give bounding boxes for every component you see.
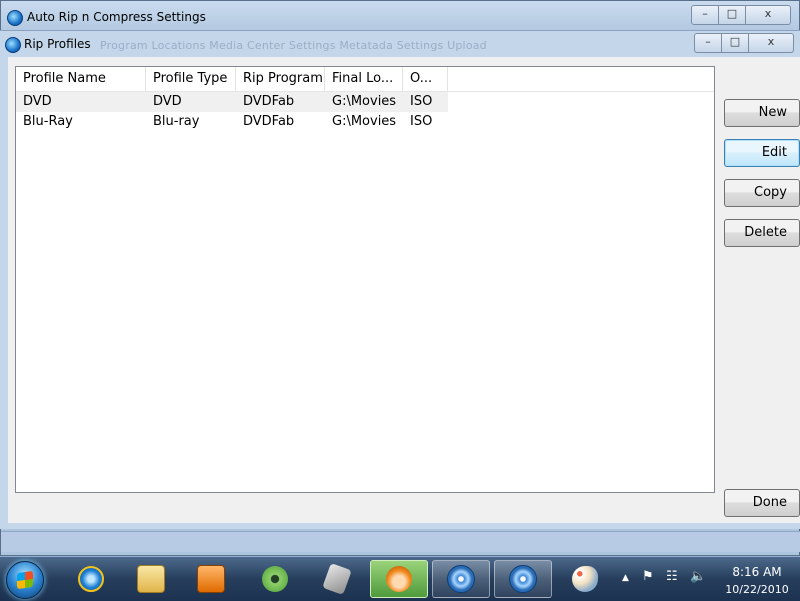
outer-close-button[interactable]: x	[746, 5, 791, 25]
media-player-icon	[197, 565, 225, 593]
disc-icon	[447, 565, 475, 593]
taskbar-active-app[interactable]	[370, 560, 428, 598]
tool-icon	[322, 563, 352, 595]
column-header-rip-program[interactable]: Rip Program	[236, 67, 325, 91]
taskbar-tool-app[interactable]	[308, 560, 366, 598]
outer-caption-buttons: – □ x	[691, 5, 791, 25]
rip-profiles-client-area: Profile Name Profile Type Rip Program Fi…	[8, 57, 800, 523]
taskbar-paint[interactable]	[556, 560, 614, 598]
internet-explorer-icon	[78, 566, 104, 592]
done-button[interactable]: Done	[724, 489, 800, 517]
outer-minimize-button[interactable]: –	[691, 5, 719, 25]
gear-app-icon	[262, 566, 288, 592]
paint-palette-icon	[572, 566, 598, 592]
action-center-flag-icon[interactable]: ⚑	[642, 569, 654, 584]
inner-maximize-button[interactable]: □	[722, 33, 749, 53]
table-row[interactable]: Blu-Ray Blu-ray DVDFab G:\Movies ISO	[16, 112, 714, 132]
taskbar-gear-app[interactable]	[246, 560, 304, 598]
list-header: Profile Name Profile Type Rip Program Fi…	[16, 67, 714, 92]
copy-button[interactable]: Copy	[724, 179, 800, 207]
taskbar-explorer[interactable]	[122, 560, 180, 598]
outer-maximize-button[interactable]: □	[719, 5, 746, 25]
rip-profiles-window: Rip Profiles Program Locations Media Cen…	[0, 30, 800, 529]
cell-output: ISO	[410, 94, 433, 109]
clock-date[interactable]: 10/22/2010	[718, 583, 796, 596]
inner-window-title: Rip Profiles	[24, 37, 91, 51]
column-header-final-location[interactable]: Final Lo...	[325, 67, 403, 91]
taskbar-media-player[interactable]	[182, 560, 240, 598]
taskbar-internet-explorer[interactable]	[62, 560, 120, 598]
cell-final-location: G:\Movies	[332, 94, 397, 109]
cell-output: ISO	[410, 114, 433, 129]
background-tabs-text: Program Locations Media Center Settings …	[100, 39, 487, 52]
profiles-list-view[interactable]: Profile Name Profile Type Rip Program Fi…	[15, 66, 715, 493]
volume-icon[interactable]: 🔈	[690, 569, 706, 584]
network-icon[interactable]: ☷	[666, 569, 678, 584]
cell-rip-program: DVDFab	[243, 94, 295, 109]
cell-rip-program: DVDFab	[243, 114, 295, 129]
outer-window-bottom-strip	[1, 531, 800, 552]
cell-profile-name: DVD	[23, 94, 52, 109]
cell-profile-type: DVD	[153, 94, 182, 109]
taskbar-rip-app-1[interactable]	[432, 560, 490, 598]
system-tray: ▲ ⚑ ☷ 🔈 8:16 AM 10/22/2010	[616, 557, 800, 601]
delete-button[interactable]: Delete	[724, 219, 800, 247]
start-button[interactable]	[6, 561, 44, 599]
folder-icon	[137, 565, 165, 593]
outer-window-title: Auto Rip n Compress Settings	[27, 10, 206, 24]
cell-final-location: G:\Movies	[332, 114, 397, 129]
edit-button[interactable]: Edit	[724, 139, 800, 167]
inner-title-bar[interactable]: Rip Profiles Program Locations Media Cen…	[0, 31, 800, 57]
column-header-profile-type[interactable]: Profile Type	[146, 67, 236, 91]
inner-caption-buttons: – □ x	[694, 33, 794, 53]
table-row[interactable]: DVD DVD DVDFab G:\Movies ISO	[16, 92, 448, 112]
cell-profile-name: Blu-Ray	[23, 114, 73, 129]
disc-icon	[509, 565, 537, 593]
app-disc-icon	[7, 10, 23, 26]
taskbar: ▲ ⚑ ☷ 🔈 8:16 AM 10/22/2010	[0, 556, 800, 601]
taskbar-rip-app-2[interactable]	[494, 560, 552, 598]
inner-minimize-button[interactable]: –	[694, 33, 722, 53]
cartoon-face-icon	[386, 566, 412, 592]
new-button[interactable]: New	[724, 99, 800, 127]
show-hidden-icons-arrow-icon[interactable]: ▲	[622, 573, 629, 583]
clock-time[interactable]: 8:16 AM	[718, 565, 796, 579]
outer-title-bar[interactable]: Auto Rip n Compress Settings – □ x	[1, 1, 799, 31]
inner-close-button[interactable]: x	[749, 33, 794, 53]
column-header-output[interactable]: O...	[403, 67, 448, 91]
column-header-profile-name[interactable]: Profile Name	[16, 67, 146, 91]
cell-profile-type: Blu-ray	[153, 114, 200, 129]
app-disc-icon	[5, 37, 21, 53]
